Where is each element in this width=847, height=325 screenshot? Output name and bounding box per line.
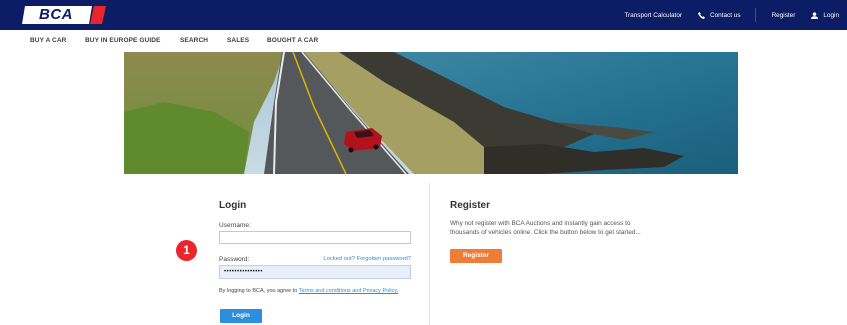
phone-icon <box>698 11 705 19</box>
logo-text: BCA <box>39 6 73 23</box>
top-divider <box>754 8 756 22</box>
nav-buy-in-europe-guide[interactable]: BUY IN EUROPE GUIDE <box>85 37 160 44</box>
contact-us-label: Contact us <box>710 11 741 19</box>
section-divider <box>429 183 430 325</box>
top-bar: BCA Transport Calculator Contact us Regi… <box>0 0 847 30</box>
contact-us-link[interactable]: Contact us <box>698 11 741 19</box>
login-title: Login <box>219 200 247 211</box>
nav-search[interactable]: SEARCH <box>180 37 208 44</box>
transport-calculator-label: Transport Calculator <box>624 11 682 19</box>
login-button[interactable]: Login <box>220 309 262 323</box>
login-link-label: Login <box>823 11 839 19</box>
username-input[interactable] <box>219 231 411 244</box>
terms-prefix: By logging to BCA, you agree to <box>219 288 299 294</box>
step-1-badge: 1 <box>176 240 197 261</box>
forgotten-password-link[interactable]: Locked out? Forgotten password? <box>323 256 411 262</box>
terms-privacy-link[interactable]: Terms and conditions and Privacy Policy. <box>299 288 399 294</box>
password-input[interactable]: ••••••••••••••• <box>219 265 411 279</box>
password-label: Password: <box>219 256 250 263</box>
register-link[interactable]: Register <box>772 12 796 19</box>
top-links: Transport Calculator Contact us Register… <box>608 0 839 30</box>
register-link-label: Register <box>771 11 796 19</box>
user-icon <box>811 11 819 19</box>
username-label: Username: <box>219 222 251 229</box>
main-nav: BUY A CAR BUY IN EUROPE GUIDE SEARCH SAL… <box>0 30 847 52</box>
register-button[interactable]: Register <box>450 249 502 263</box>
bca-logo[interactable]: BCA <box>22 6 106 24</box>
nav-sales[interactable]: SALES <box>227 37 249 44</box>
register-description: Why not register with BCA Auctions and i… <box>450 220 641 236</box>
login-link[interactable]: Login <box>811 12 839 19</box>
nav-buy-a-car[interactable]: BUY A CAR <box>30 37 66 44</box>
hero-banner-image <box>124 52 738 174</box>
terms-notice: By logging to BCA, you agree to Terms an… <box>219 288 409 295</box>
register-title: Register <box>450 200 491 211</box>
transport-calculator-link[interactable]: Transport Calculator <box>624 12 682 19</box>
nav-bought-a-car[interactable]: BOUGHT A CAR <box>267 37 318 44</box>
